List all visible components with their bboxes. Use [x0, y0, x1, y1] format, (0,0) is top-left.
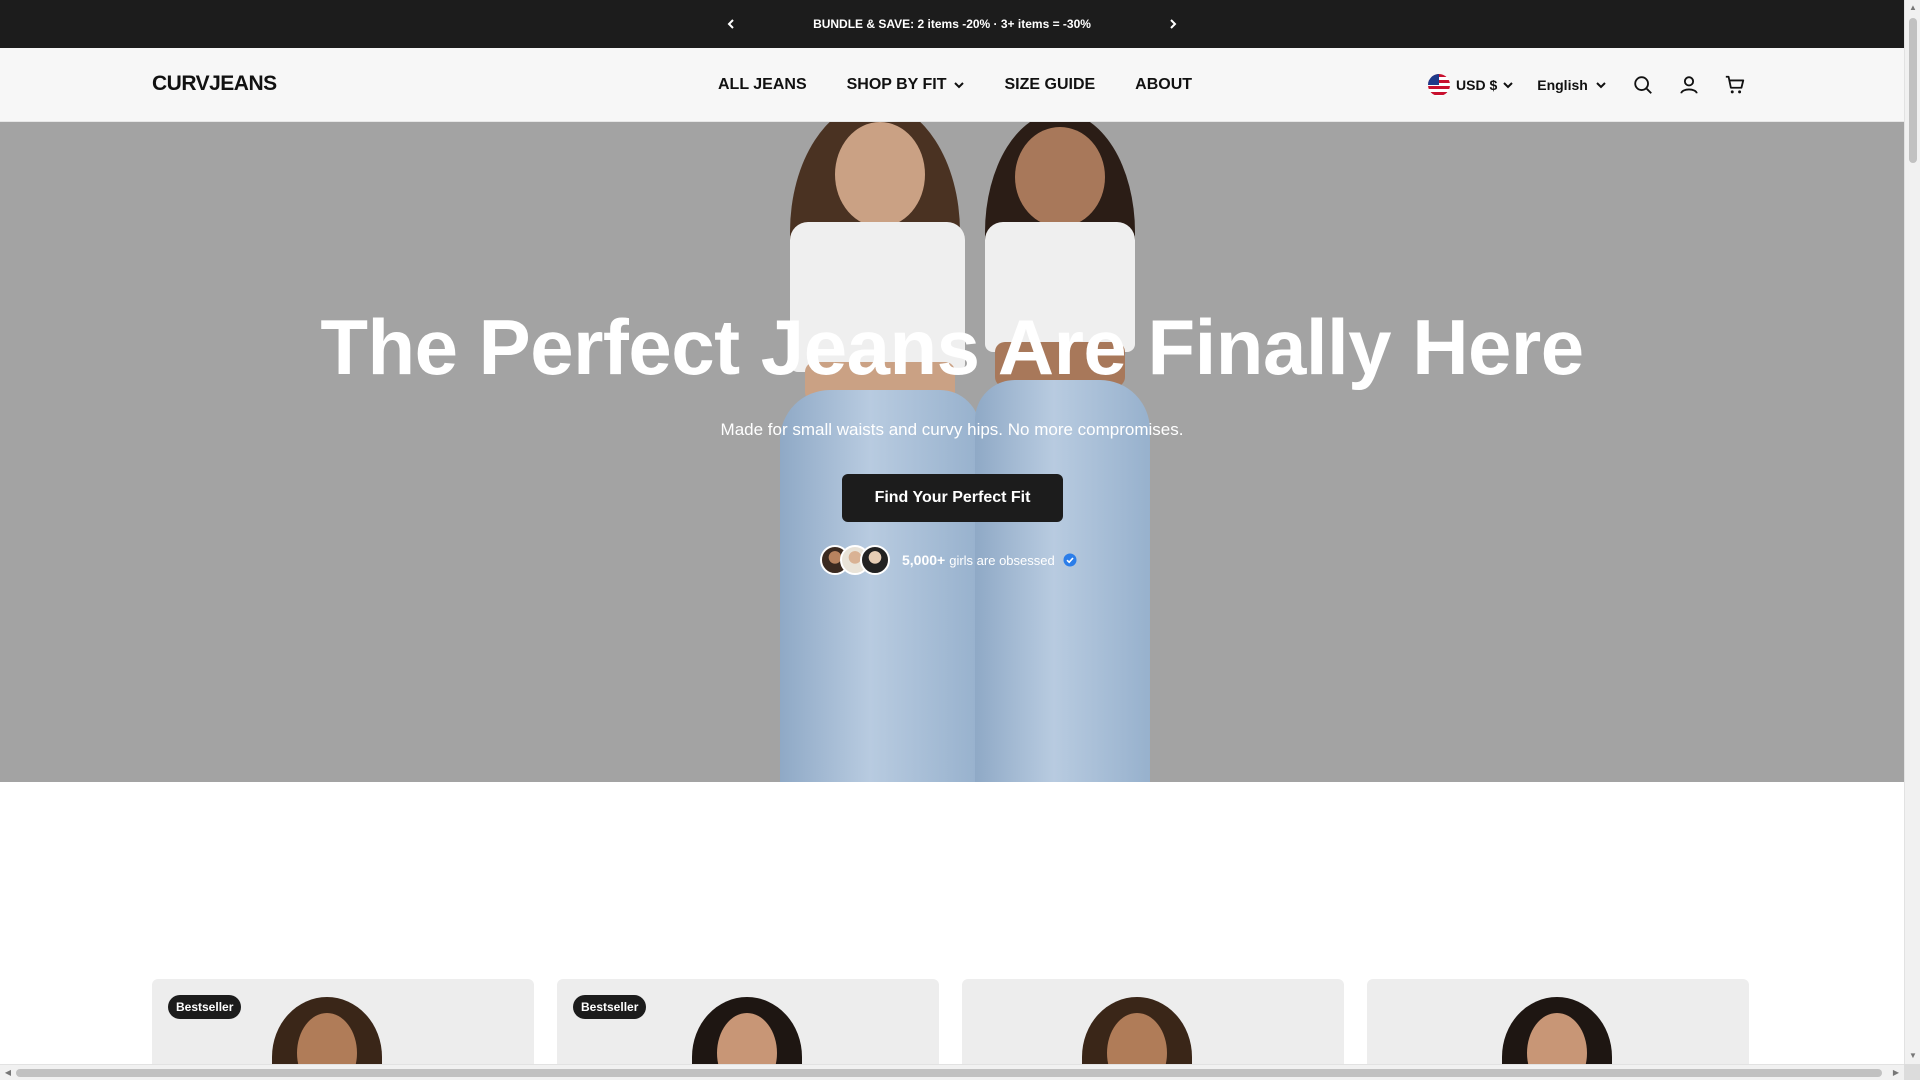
scroll-right-icon[interactable]: ▶ [1888, 1065, 1904, 1080]
language-selector[interactable]: English [1537, 77, 1606, 93]
nav-size-guide-label: SIZE GUIDE [1004, 76, 1096, 93]
chevron-down-icon [1503, 82, 1513, 89]
scroll-left-icon[interactable]: ◀ [0, 1065, 16, 1080]
scroll-down-icon[interactable]: ▼ [1905, 1048, 1920, 1064]
vertical-scrollbar[interactable]: ▲ ▼ [1904, 0, 1920, 1080]
hero-content: The Perfect Jeans Are Finally Here Made … [0, 122, 1904, 782]
currency-selector[interactable]: USD $ [1428, 74, 1513, 96]
nav-shop-by-fit-label: SHOP BY FIT [846, 76, 947, 93]
chevron-down-icon [1596, 82, 1606, 89]
account-icon[interactable] [1678, 74, 1700, 96]
site-logo[interactable]: CURVJEANS [152, 72, 277, 96]
find-fit-button[interactable]: Find Your Perfect Fit [842, 474, 1063, 522]
nav-about-label: ABOUT [1135, 76, 1193, 93]
avatar [860, 545, 890, 575]
language-label: English [1537, 77, 1588, 93]
scrollbar-thumb[interactable] [1909, 18, 1917, 163]
announcement-bar: BUNDLE & SAVE: 2 items -20% · 3+ items =… [0, 0, 1904, 48]
horizontal-scrollbar[interactable]: ◀ ▶ [0, 1064, 1904, 1080]
chevron-left-icon[interactable] [721, 14, 741, 34]
scrollbar-thumb[interactable] [16, 1069, 1882, 1077]
main-nav: ALL JEANS SHOP BY FIT SIZE GUIDE ABOUT [718, 48, 1192, 122]
chevron-right-icon[interactable] [1163, 14, 1183, 34]
announcement-message: BUNDLE & SAVE: 2 items -20% · 3+ items =… [813, 17, 1091, 31]
scroll-up-icon[interactable]: ▲ [1905, 0, 1920, 16]
us-flag-icon [1428, 74, 1450, 96]
nav-all-jeans[interactable]: ALL JEANS [718, 76, 807, 94]
social-proof: 5,000+ girls are obsessed [820, 544, 1077, 576]
nav-size-guide[interactable]: SIZE GUIDE [1004, 76, 1095, 94]
bestseller-badge: Bestseller [573, 995, 647, 1019]
hero-title: The Perfect Jeans Are Finally Here [320, 303, 1584, 391]
nav-about[interactable]: ABOUT [1135, 76, 1192, 94]
chevron-down-icon [954, 82, 965, 89]
verified-icon [1063, 553, 1077, 567]
search-icon[interactable] [1632, 74, 1654, 96]
hero-subtitle: Made for small waists and curvy hips. No… [720, 420, 1184, 439]
hero-banner: The Perfect Jeans Are Finally Here Made … [0, 122, 1904, 782]
header-actions: USD $ English [1428, 48, 1746, 122]
scrollbar-corner [1904, 1064, 1920, 1080]
proof-count: 5,000+ [902, 552, 946, 568]
nav-shop-by-fit[interactable]: SHOP BY FIT [847, 76, 965, 94]
cart-icon[interactable] [1724, 74, 1746, 96]
bestseller-badge: Bestseller [168, 995, 242, 1019]
proof-text: girls are obsessed [949, 552, 1055, 568]
nav-all-jeans-label: ALL JEANS [718, 76, 807, 93]
site-header: CURVJEANS ALL JEANS SHOP BY FIT SIZE GUI… [0, 48, 1904, 122]
customer-avatars [820, 545, 890, 575]
currency-label: USD $ [1456, 77, 1498, 93]
